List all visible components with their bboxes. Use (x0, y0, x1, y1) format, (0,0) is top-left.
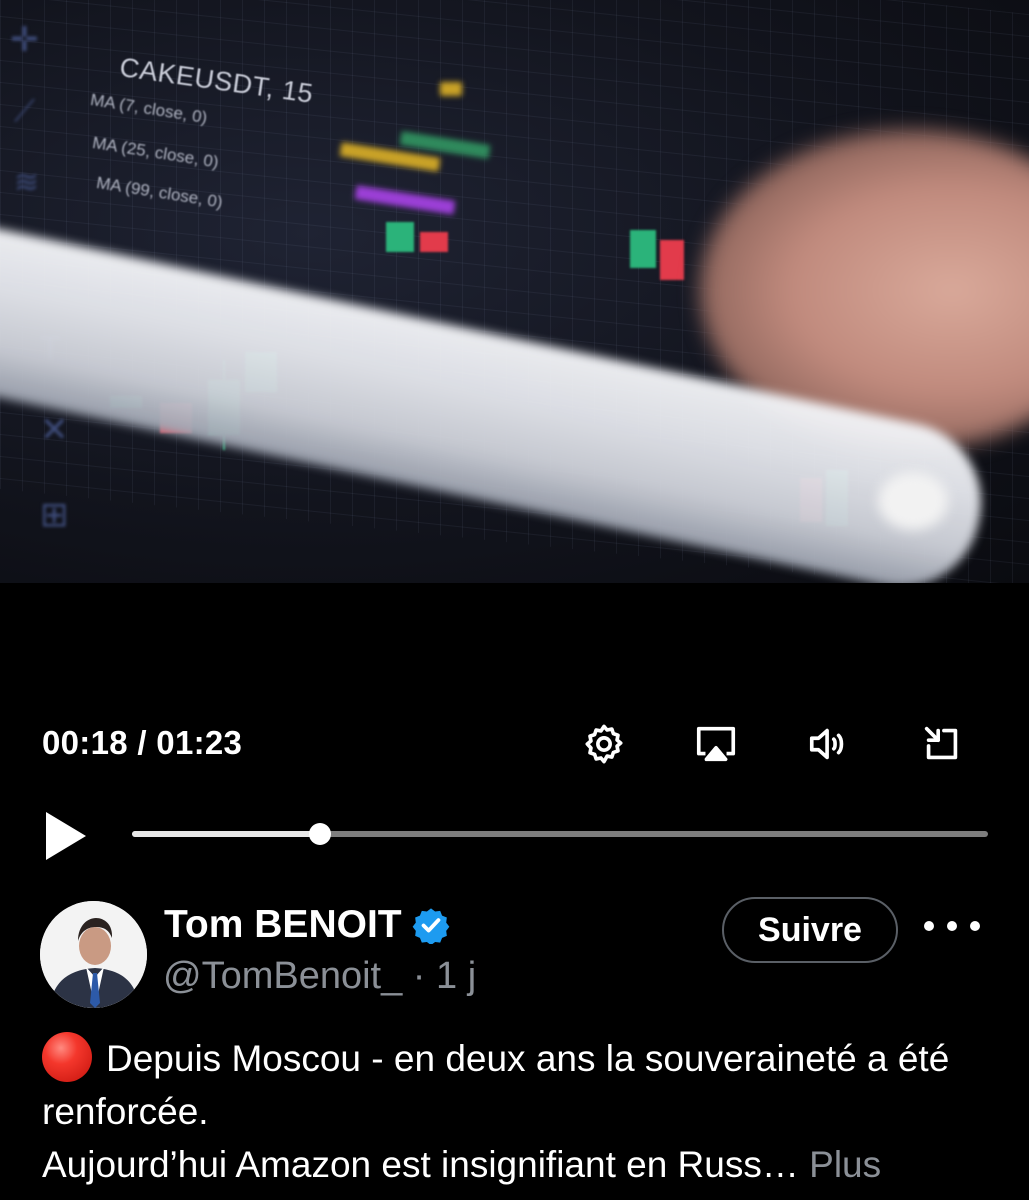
more-dot (924, 921, 934, 931)
seek-bar[interactable] (132, 823, 988, 845)
author-name-row[interactable]: Tom BENOIT (164, 903, 450, 947)
volume-icon[interactable] (803, 718, 855, 770)
candle (660, 240, 684, 280)
seek-progress (132, 831, 321, 837)
fib-icon: ≋ (14, 166, 40, 199)
author-name[interactable]: Tom BENOIT (164, 903, 402, 947)
chart-label-small (440, 82, 462, 96)
candle (420, 232, 448, 252)
measure-tool-icon: ⊞ (40, 496, 69, 534)
show-more-link[interactable]: Plus (809, 1144, 881, 1185)
crosshair-icon: ✛ (10, 21, 39, 59)
video-frame[interactable]: ✛ ⟋ ≋ T ✕ ⊞ CAKEUSDT, 15 MA (7, close, 0… (0, 0, 1029, 583)
more-options-icon[interactable] (924, 908, 980, 944)
play-button[interactable] (40, 808, 90, 864)
author-handle-time[interactable]: @TomBenoit_ · 1 j (163, 955, 476, 998)
candle (630, 230, 656, 268)
airplay-icon[interactable] (690, 718, 742, 770)
exit-fullscreen-icon[interactable] (916, 718, 968, 770)
candle (386, 222, 414, 252)
avatar[interactable] (40, 901, 147, 1008)
follow-button[interactable]: Suivre (722, 897, 898, 963)
tweet-text-line1: Depuis Moscou - en deux ans la souverain… (42, 1038, 950, 1132)
tweet-text-line2: Aujourd’hui Amazon est insignifiant en R… (42, 1144, 799, 1185)
more-dot (970, 921, 980, 931)
time-display: 00:18 / 01:23 (42, 724, 243, 761)
settings-gear-icon[interactable] (578, 718, 630, 770)
trendline-icon: ⟋ (14, 95, 35, 128)
pattern-tool-icon: ✕ (40, 411, 69, 449)
stylus-tip (878, 472, 948, 530)
tweet-text: Depuis Moscou - en deux ans la souverain… (42, 1032, 1002, 1191)
seek-thumb[interactable] (309, 823, 332, 845)
verified-badge-icon (412, 908, 449, 944)
more-dot (947, 921, 957, 931)
play-icon (46, 812, 86, 860)
red-circle-emoji-icon (42, 1032, 92, 1082)
